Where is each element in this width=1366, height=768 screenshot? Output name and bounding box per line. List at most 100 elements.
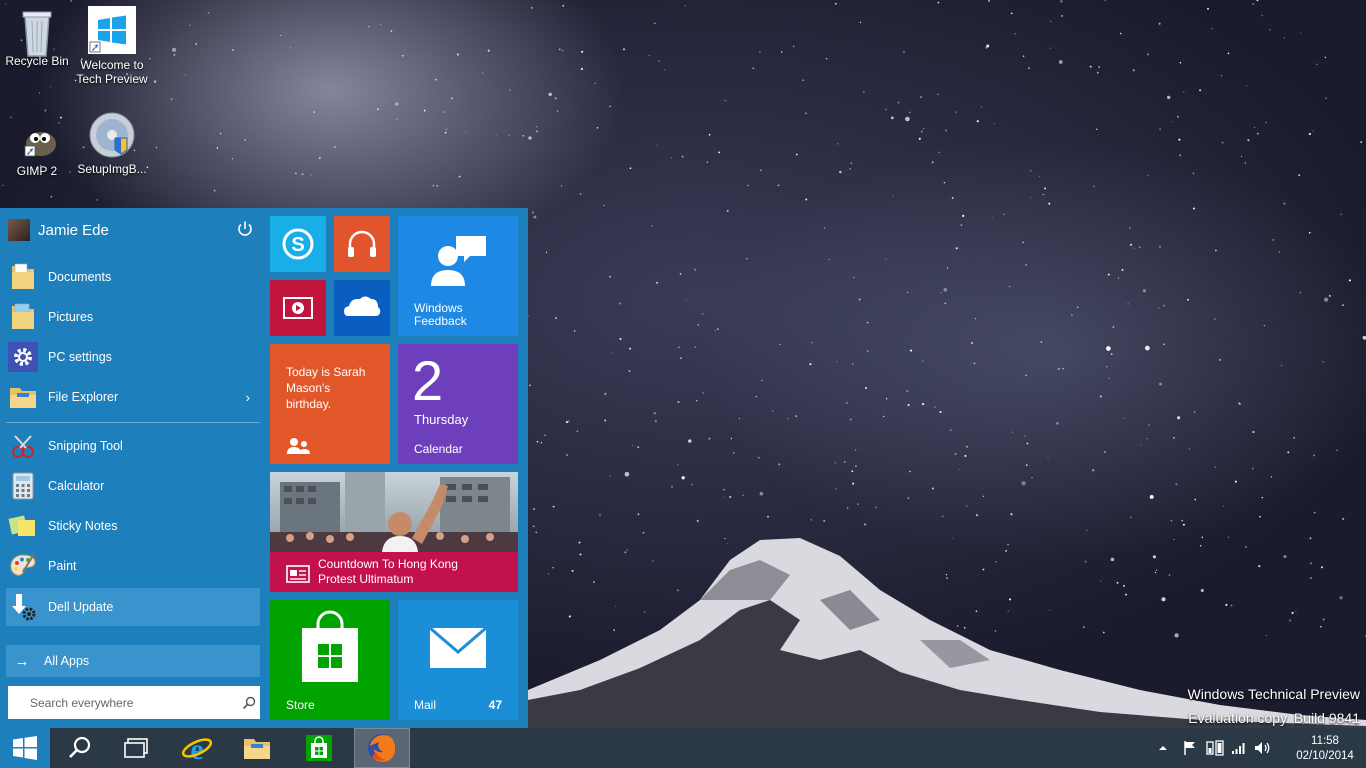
task-view-icon (124, 738, 148, 758)
taskbar-store[interactable] (294, 728, 344, 768)
start-item-file-explorer[interactable]: File Explorer › (6, 378, 260, 416)
desktop-icon-label: GIMP 2 (16, 164, 58, 178)
start-menu: Jamie Ede Documents Pictures PC settings… (0, 208, 528, 728)
video-tile[interactable] (270, 280, 326, 336)
windows-feedback-tile[interactable]: Windows Feedback (398, 216, 518, 336)
setupimgburn-desktop-icon[interactable]: SetupImgB... (75, 110, 149, 176)
search-input[interactable] (28, 694, 242, 711)
pictures-folder-icon (8, 302, 38, 332)
news-tile[interactable]: Countdown To Hong Kong Protest Ultimatum (270, 472, 518, 592)
skype-tile[interactable]: S (270, 216, 326, 272)
mail-tile[interactable]: Mail 47 (398, 600, 518, 720)
file-explorer-icon (244, 739, 270, 759)
start-item-snipping-tool[interactable]: Snipping Tool (6, 427, 260, 465)
start-item-paint[interactable]: Paint (6, 547, 260, 585)
start-item-documents[interactable]: Documents (6, 258, 260, 296)
all-apps-button[interactable]: → All Apps (6, 645, 260, 677)
store-tile[interactable]: Store (270, 600, 390, 720)
start-menu-left-pane: Jamie Ede Documents Pictures PC settings… (0, 208, 266, 728)
show-hidden-icons-button[interactable] (1154, 728, 1172, 768)
people-icon (287, 438, 310, 454)
taskbar-clock[interactable]: 11:58 02/10/2014 (1290, 734, 1360, 764)
power-button[interactable] (236, 220, 254, 238)
start-item-pictures[interactable]: Pictures (6, 298, 260, 336)
svg-text:e: e (190, 733, 203, 764)
network-button[interactable] (1228, 728, 1250, 768)
paint-palette-icon (8, 551, 38, 581)
start-button[interactable] (0, 728, 50, 768)
chevron-right-icon[interactable]: › (246, 390, 250, 405)
onedrive-cloud-icon (344, 296, 381, 316)
firefox-icon (368, 734, 396, 762)
taskbar-firefox[interactable] (354, 728, 410, 768)
recycle-bin-desktop-icon[interactable]: Recycle Bin (0, 6, 74, 68)
news-icon (286, 565, 310, 583)
windows-logo-icon (88, 6, 136, 54)
desktop-icon-label-line2: Tech Preview (76, 72, 148, 86)
video-icon (283, 297, 313, 319)
clock-time: 11:58 (1311, 735, 1339, 747)
store-bag-icon (306, 735, 332, 761)
gimp-icon (15, 118, 59, 162)
menu-separator (6, 422, 260, 423)
power-icon (238, 221, 252, 236)
menu-item-label: Calculator (48, 479, 105, 493)
start-item-sticky-notes[interactable]: Sticky Notes (6, 507, 260, 545)
tile-label: Calendar (414, 442, 463, 456)
watermark-line2: Evaluation copy. Build 9841 (1188, 710, 1360, 726)
svg-text:S: S (291, 234, 304, 256)
chevron-up-icon (1159, 746, 1167, 750)
skype-icon: S (282, 228, 314, 260)
start-item-pc-settings[interactable]: PC settings (6, 338, 260, 376)
sticky-notes-icon (8, 511, 38, 541)
gear-icon (8, 342, 38, 372)
menu-item-label: Pictures (48, 310, 94, 324)
speaker-icon (1255, 742, 1270, 754)
battery-plug-icon (1206, 740, 1224, 756)
start-item-dell-update[interactable]: Dell Update (6, 588, 260, 626)
volume-button[interactable] (1252, 728, 1274, 768)
start-item-calculator[interactable]: Calculator (6, 467, 260, 505)
onedrive-tile[interactable] (334, 280, 390, 336)
windows-logo-icon (13, 736, 37, 760)
dell-update-icon (8, 592, 38, 622)
store-bag-icon (302, 610, 358, 682)
all-apps-label: All Apps (44, 654, 90, 668)
task-view-button[interactable] (112, 728, 160, 768)
search-box[interactable] (8, 686, 260, 719)
action-center-button[interactable] (1180, 728, 1200, 768)
tile-label: Store (286, 698, 315, 712)
menu-item-label: Paint (48, 559, 77, 573)
desktop-icon-label-line1: Welcome to (80, 58, 144, 72)
recycle-bin-icon (15, 6, 59, 57)
battery-button[interactable] (1204, 728, 1226, 768)
watermark-line1: Windows Technical Preview (1187, 686, 1360, 702)
taskbar-file-explorer[interactable] (232, 728, 282, 768)
headphones-icon (348, 230, 376, 257)
menu-item-label: Documents (48, 270, 112, 284)
calendar-tile[interactable]: 2 Thursday Calendar (398, 344, 518, 464)
snipping-tool-icon (8, 431, 38, 461)
calendar-weekday: Thursday (414, 412, 469, 427)
internet-explorer-icon: e (181, 733, 213, 764)
gimp-desktop-icon[interactable]: GIMP 2 (0, 118, 74, 178)
taskbar-search-button[interactable] (56, 728, 104, 768)
welcome-tech-preview-desktop-icon[interactable]: Welcome to Tech Preview (75, 6, 149, 86)
calendar-day-number: 2 (412, 349, 444, 412)
menu-item-label: Sticky Notes (48, 519, 118, 533)
flag-icon (1184, 741, 1195, 755)
tile-label: Windows Feedback (414, 301, 467, 328)
menu-item-label: Dell Update (48, 600, 114, 614)
calculator-icon (8, 471, 38, 501)
music-tile[interactable] (334, 216, 390, 272)
menu-item-label: Snipping Tool (48, 439, 123, 453)
mail-unread-count: 47 (488, 698, 502, 712)
user-account[interactable]: Jamie Ede (8, 218, 109, 242)
search-icon[interactable] (242, 696, 256, 710)
menu-item-label: PC settings (48, 350, 112, 364)
people-tile[interactable]: Today is Sarah Mason's birthday. (270, 344, 390, 464)
tile-label: Mail (414, 698, 437, 712)
taskbar-internet-explorer[interactable]: e (172, 728, 222, 768)
taskbar: e 11:58 02/10/2014 (0, 728, 1366, 768)
user-name: Jamie Ede (38, 221, 109, 239)
